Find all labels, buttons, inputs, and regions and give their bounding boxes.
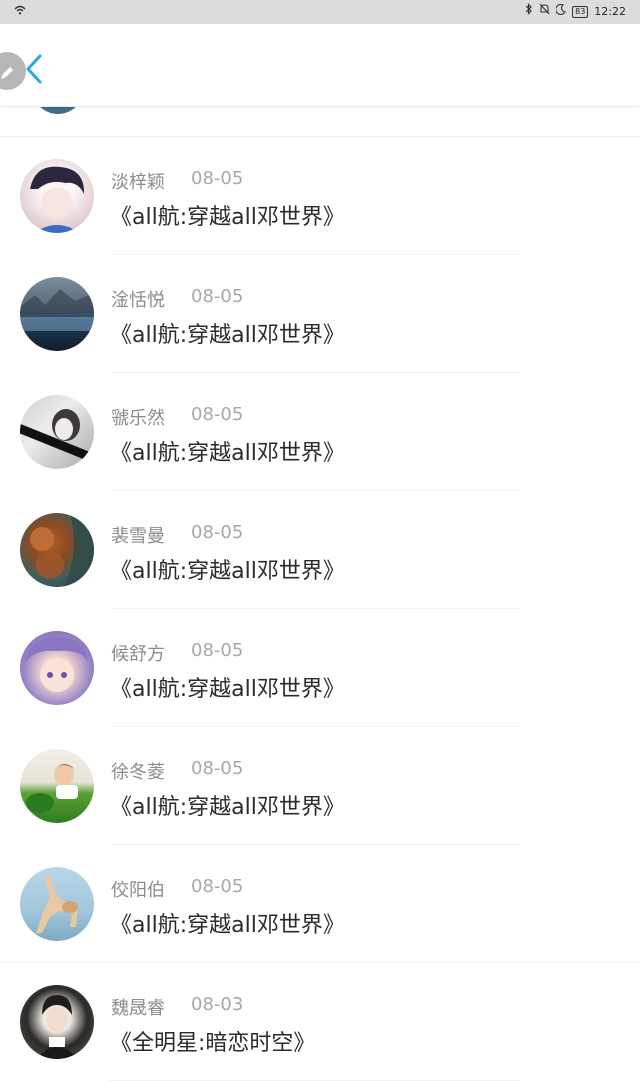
comment-date: 08-05 <box>191 640 244 661</box>
book-title[interactable]: 《全明星:暗恋时空》 <box>110 1025 315 1057</box>
avatar[interactable] <box>20 867 94 941</box>
battery-icon: 83 <box>572 6 589 18</box>
book-title[interactable]: 《all航:穿越all邓世界》 <box>110 199 345 231</box>
avatar[interactable] <box>20 985 94 1059</box>
comment-date: 08-05 <box>191 876 244 897</box>
mute-icon <box>539 0 550 24</box>
book-title[interactable]: 《all航:穿越all邓世界》 <box>110 671 345 703</box>
username[interactable]: 魏晟睿 <box>111 994 165 1020</box>
list-item[interactable]: 裴雪曼 08-05 《all航:穿越all邓世界》 <box>0 491 640 609</box>
bluetooth-icon <box>525 0 533 24</box>
wifi-icon <box>14 0 26 24</box>
book-title[interactable]: 《all航:穿越all邓世界》 <box>110 435 345 467</box>
list-item[interactable]: 徐冬菱 08-05 《all航:穿越all邓世界》 <box>0 727 640 845</box>
comment-date: 08-05 <box>191 168 244 189</box>
username[interactable]: 淦恬悦 <box>111 286 165 312</box>
avatar[interactable] <box>20 631 94 705</box>
username[interactable]: 裴雪曼 <box>111 522 165 548</box>
list-item[interactable]: 魏晟睿 08-03 《全明星:暗恋时空》 <box>0 963 640 1081</box>
avatar[interactable] <box>20 513 94 587</box>
list-item[interactable]: 佼阳伯 08-05 《all航:穿越all邓世界》 <box>0 845 640 963</box>
book-title[interactable]: 《all航:穿越all邓世界》 <box>110 789 345 821</box>
comment-date: 08-05 <box>191 404 244 425</box>
comment-date: 08-05 <box>191 286 244 307</box>
avatar[interactable] <box>20 159 94 233</box>
username[interactable]: 徐冬菱 <box>111 758 165 784</box>
username[interactable]: 虢乐然 <box>111 404 165 430</box>
avatar[interactable] <box>20 749 94 823</box>
username[interactable]: 候舒方 <box>111 640 165 666</box>
book-title[interactable]: 《all航:穿越all邓世界》 <box>110 907 345 939</box>
username[interactable]: 佼阳伯 <box>111 876 165 902</box>
status-icons: 83 12:22 <box>525 0 626 24</box>
username[interactable]: 淡梓颖 <box>111 168 165 194</box>
moon-icon <box>555 0 567 24</box>
comment-date: 08-05 <box>191 758 244 779</box>
list-item[interactable]: 虢乐然 08-05 《all航:穿越all邓世界》 <box>0 373 640 491</box>
status-bar: 83 12:22 <box>0 0 640 24</box>
pencil-icon <box>0 59 16 83</box>
list-item[interactable]: 候舒方 08-05 《all航:穿越all邓世界》 <box>0 609 640 727</box>
back-button[interactable] <box>22 52 50 88</box>
battery-level: 83 <box>572 6 589 18</box>
app-header <box>0 24 640 107</box>
avatar[interactable] <box>20 277 94 351</box>
chevron-left-icon <box>22 54 44 90</box>
comment-date: 08-03 <box>191 994 244 1015</box>
comment-list: 淡梓颖 08-05 《all航:穿越all邓世界》 淦恬悦 08-05 《all… <box>0 137 640 1081</box>
list-item[interactable]: 淦恬悦 08-05 《all航:穿越all邓世界》 <box>0 255 640 373</box>
book-title[interactable]: 《all航:穿越all邓世界》 <box>110 553 345 585</box>
status-time: 12:22 <box>594 5 626 18</box>
avatar[interactable] <box>20 395 94 469</box>
list-item[interactable]: 淡梓颖 08-05 《all航:穿越all邓世界》 <box>0 137 640 255</box>
comment-date: 08-05 <box>191 522 244 543</box>
book-title[interactable]: 《all航:穿越all邓世界》 <box>110 317 345 349</box>
